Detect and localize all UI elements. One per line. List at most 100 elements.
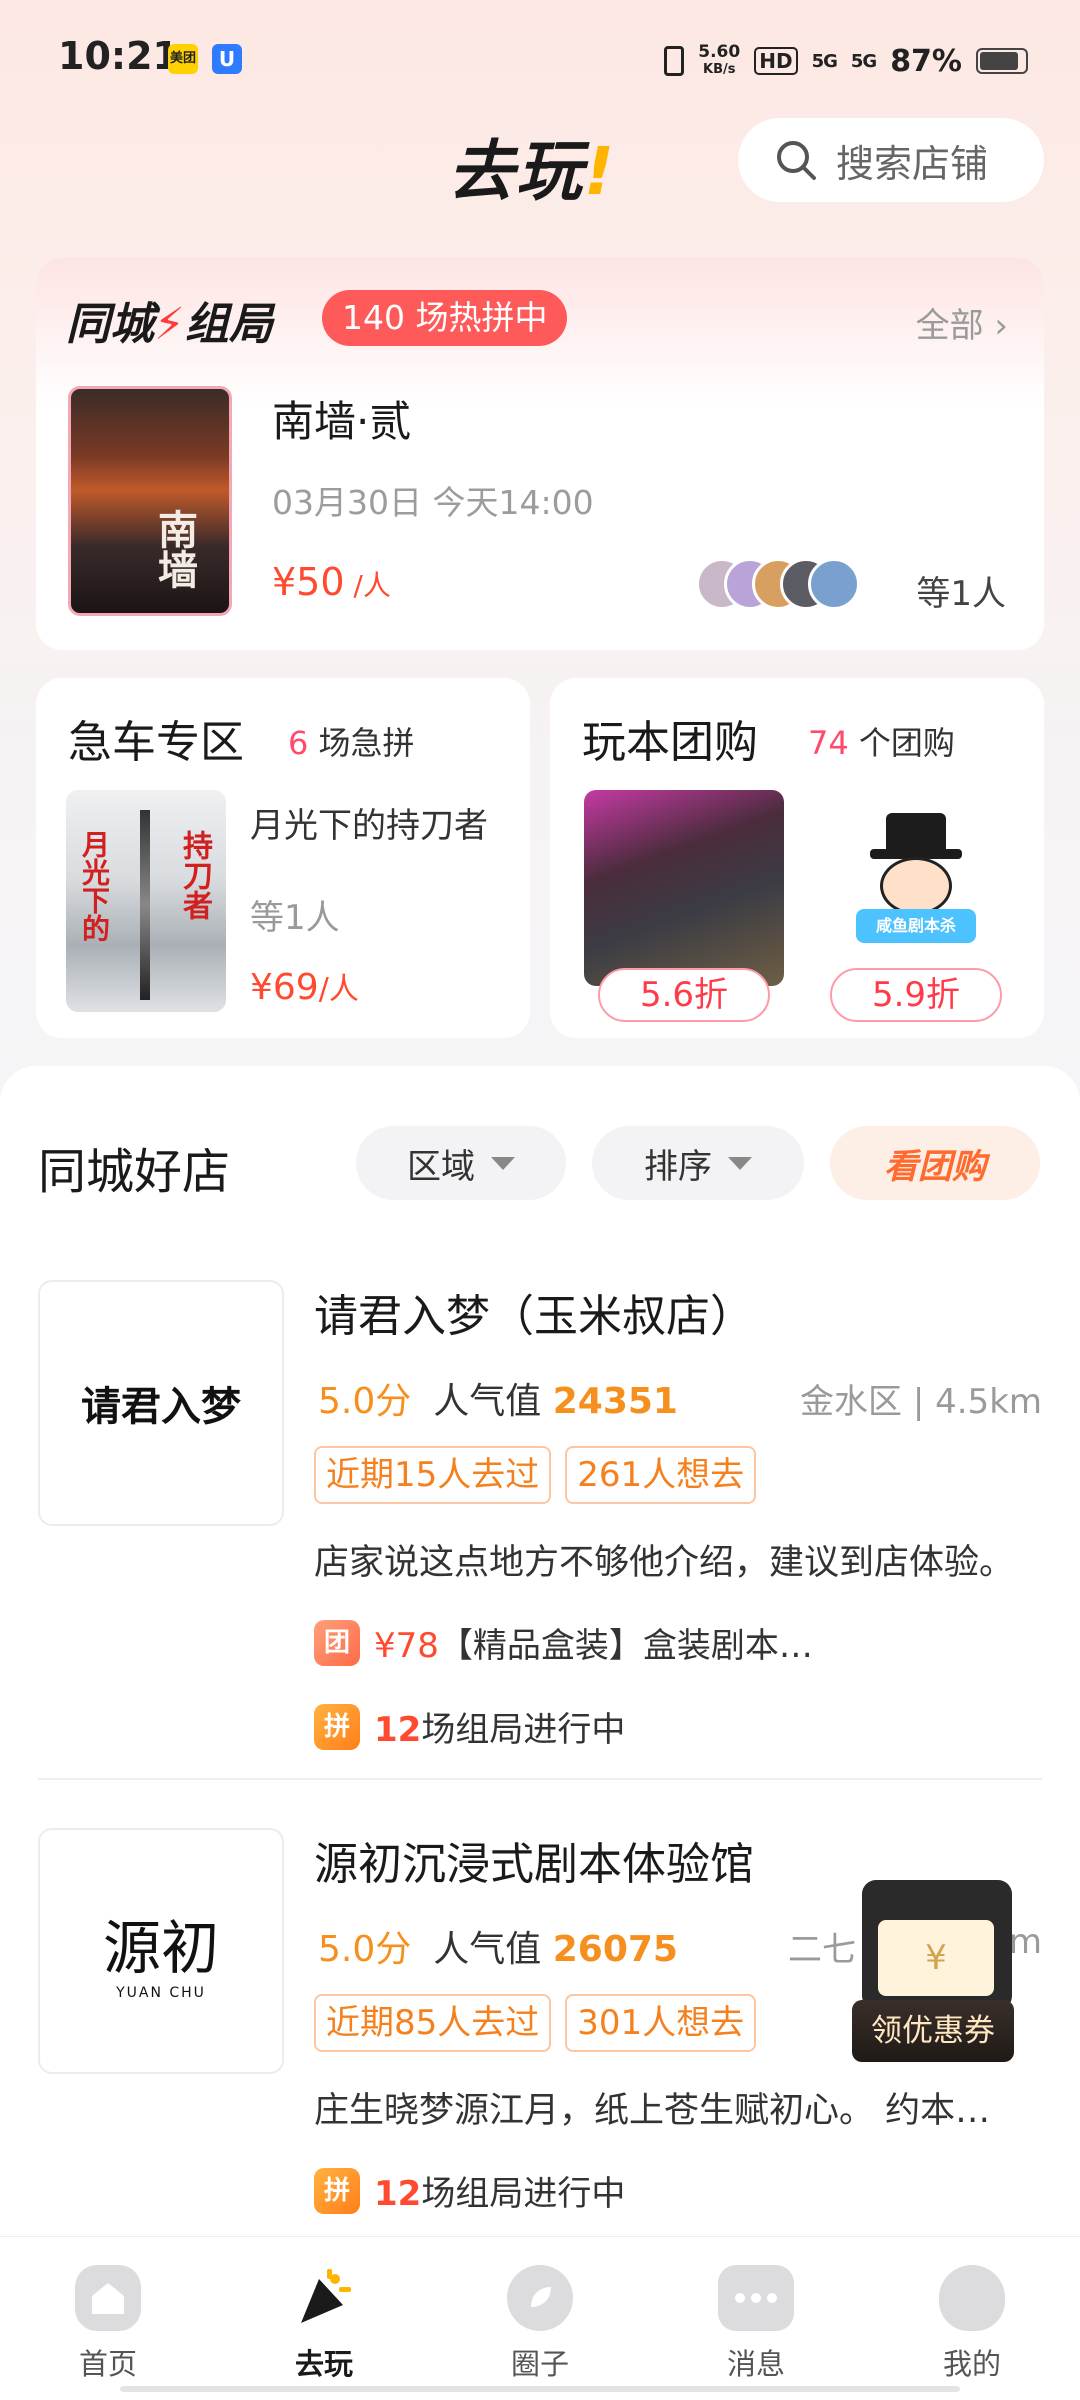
games-count: 12 bbox=[374, 1710, 422, 1750]
signal-icon-1: 5G bbox=[811, 50, 838, 72]
group-title-a: 同城 bbox=[66, 299, 154, 350]
nav-profile[interactable]: 我的 bbox=[902, 2265, 1042, 2383]
group-title-b: 组局 bbox=[184, 299, 273, 350]
shop-logo-subtext: YUAN CHU bbox=[116, 1985, 206, 2001]
group-game-icon: 拼 bbox=[314, 2167, 360, 2214]
game-price: ¥50 /人 bbox=[272, 560, 391, 604]
games-count: 12 bbox=[374, 2174, 422, 2214]
chevron-down-icon bbox=[491, 1156, 515, 1170]
shop-score: 5.0分 bbox=[318, 1929, 412, 1970]
shop-description: 庄生晓梦源江月，纸上苍生赋初心。 约本… bbox=[314, 2091, 991, 2131]
area-filter[interactable]: 区域 bbox=[356, 1126, 566, 1200]
search-bar[interactable]: 搜索店铺 bbox=[738, 118, 1044, 202]
bottom-navigation: 首页 去玩 圈子 消息 我的 bbox=[0, 2236, 1080, 2400]
status-indicators: 5.60 KB/s HD 5G 5G 87% bbox=[664, 36, 1028, 86]
logo-text: 去玩 bbox=[448, 133, 584, 210]
nav-home[interactable]: 首页 bbox=[38, 2265, 178, 2383]
price-value: ¥50 bbox=[272, 560, 345, 604]
network-speed: 5.60 KB/s bbox=[698, 43, 740, 79]
game-name: 南墙·贰 bbox=[272, 397, 412, 446]
shop-meta: 5.0分 人气值 24351 bbox=[318, 1372, 678, 1424]
urgent-count-num: 6 bbox=[288, 724, 309, 762]
meituan-notification-icon: 美团 bbox=[168, 44, 198, 74]
deal-image[interactable] bbox=[584, 790, 784, 986]
group-buy-filter[interactable]: 看团购 bbox=[830, 1126, 1040, 1200]
urgent-price-unit: /人 bbox=[318, 972, 359, 1007]
urgent-price-value: ¥69 bbox=[250, 967, 319, 1008]
urgent-game-poster[interactable]: 月光下的 持刀者 bbox=[66, 790, 226, 1012]
shop-logo: 请君入梦 bbox=[38, 1280, 284, 1526]
shop-deal[interactable]: 团 ¥78【精品盒装】盒装剧本… bbox=[314, 1618, 813, 1667]
game-poster[interactable]: 南墙 bbox=[68, 386, 232, 616]
avatar bbox=[808, 558, 860, 610]
sort-filter[interactable]: 排序 bbox=[592, 1126, 804, 1200]
shop-popularity: 人气值 26075 bbox=[433, 1920, 678, 1972]
group-event-card[interactable]: 同城⚡组局 140 场热拼中 全部 › 南墙 南墙·贰 03月30日 今天14:… bbox=[36, 258, 1044, 650]
signal-icon-2: 5G bbox=[850, 50, 877, 72]
shop-logo-mark: 源初 YUAN CHU bbox=[103, 1901, 219, 2001]
status-time: 10:21 bbox=[58, 34, 179, 78]
home-icon bbox=[75, 2265, 141, 2331]
shops-title: 同城好店 bbox=[38, 1144, 231, 1200]
poster-text-right: 持刀者 bbox=[177, 830, 212, 920]
urgent-count-label: 场急拼 bbox=[318, 724, 415, 762]
shop-score: 5.0分 bbox=[318, 1381, 412, 1422]
app-logo: 去玩! bbox=[448, 118, 616, 214]
deal-image-mascot[interactable]: 咸鱼剧本杀 bbox=[816, 790, 1016, 986]
want-to-go-tag: 261人想去 bbox=[565, 1446, 757, 1504]
deal-price: ¥78 bbox=[374, 1626, 439, 1666]
mascot-label: 咸鱼剧本杀 bbox=[856, 909, 976, 943]
urgent-price: ¥69/人 bbox=[250, 964, 359, 1008]
message-icon bbox=[718, 2265, 794, 2331]
nav-home-label: 首页 bbox=[78, 2347, 137, 2381]
app-notification-icon: U bbox=[212, 44, 242, 74]
games-label: 场组局进行中 bbox=[421, 2174, 626, 2214]
poster-blade bbox=[140, 810, 150, 1000]
hd-icon: HD bbox=[754, 47, 798, 75]
group-buy-count-label: 个团购 bbox=[858, 724, 955, 762]
deal-text: 【精品盒装】盒装剧本… bbox=[438, 1626, 813, 1666]
chevron-down-icon bbox=[728, 1156, 752, 1170]
visited-tag: 近期15人去过 bbox=[314, 1446, 552, 1504]
group-game-icon: 拼 bbox=[314, 1703, 360, 1750]
status-bar: 10:21 美团 U 5.60 KB/s HD 5G 5G 87% bbox=[0, 0, 1080, 120]
nav-circle-label: 圈子 bbox=[510, 2347, 569, 2381]
want-to-go-tag: 301人想去 bbox=[565, 1994, 757, 2052]
group-buy-count-num: 74 bbox=[808, 724, 849, 762]
battery-level bbox=[980, 52, 1019, 70]
games-label: 场组局进行中 bbox=[421, 1710, 626, 1750]
urgent-count: 6 场急拼 bbox=[288, 718, 415, 764]
battery-icon bbox=[976, 48, 1028, 74]
participant-count: 等1人 bbox=[916, 574, 1006, 614]
view-all-link[interactable]: 全部 › bbox=[916, 298, 1008, 347]
circle-icon bbox=[507, 2265, 573, 2331]
group-buy-title: 玩本团购 bbox=[582, 717, 758, 768]
shop-popularity: 人气值 24351 bbox=[433, 1372, 678, 1424]
discount-badge: 5.6折 bbox=[598, 968, 770, 1022]
shop-description: 店家说这点地方不够他介绍，建议到店体验。 bbox=[314, 1543, 1015, 1583]
shop-logo-text: 源初 bbox=[102, 1914, 219, 1982]
shop-games[interactable]: 拼 12场组局进行中 bbox=[314, 1702, 625, 1751]
lightning-icon: ⚡ bbox=[154, 299, 185, 350]
nav-profile-label: 我的 bbox=[942, 2347, 1001, 2381]
nav-circle[interactable]: 圈子 bbox=[470, 2265, 610, 2383]
nav-messages[interactable]: 消息 bbox=[686, 2265, 826, 2383]
speed-value: 5.60 bbox=[698, 42, 741, 62]
poster-title: 南墙 bbox=[151, 509, 198, 589]
group-buy-card[interactable]: 玩本团购 74 个团购 咸鱼剧本杀 5.6折 5.9折 bbox=[550, 678, 1044, 1038]
shop-item[interactable]: 请君入梦 请君入梦（玉米叔店） 5.0分 人气值 24351 金水区 | 4.5… bbox=[38, 1280, 1042, 1750]
nav-play[interactable]: 去玩 bbox=[254, 2265, 394, 2383]
urgent-participants: 等1人 bbox=[250, 898, 340, 938]
shop-name: 请君入梦（玉米叔店） bbox=[314, 1291, 754, 1342]
shop-games[interactable]: 拼 12场组局进行中 bbox=[314, 2166, 625, 2215]
shop-name: 源初沉浸式剧本体验馆 bbox=[314, 1839, 754, 1890]
shop-distance: 二七 bbox=[788, 1930, 856, 1970]
popularity-value: 24351 bbox=[552, 1381, 678, 1422]
coupon-float-button[interactable]: ¥ 领优惠券 bbox=[852, 1860, 1014, 2062]
discount-badge: 5.9折 bbox=[830, 968, 1002, 1022]
urgent-games-card[interactable]: 急车专区 6 场急拼 月光下的 持刀者 月光下的持刀者 等1人 ¥69/人 bbox=[36, 678, 530, 1038]
home-indicator bbox=[120, 2386, 960, 2392]
popularity-value: 26075 bbox=[552, 1929, 678, 1970]
group-section-title: 同城⚡组局 bbox=[66, 288, 273, 352]
visited-tag: 近期85人去过 bbox=[314, 1994, 552, 2052]
